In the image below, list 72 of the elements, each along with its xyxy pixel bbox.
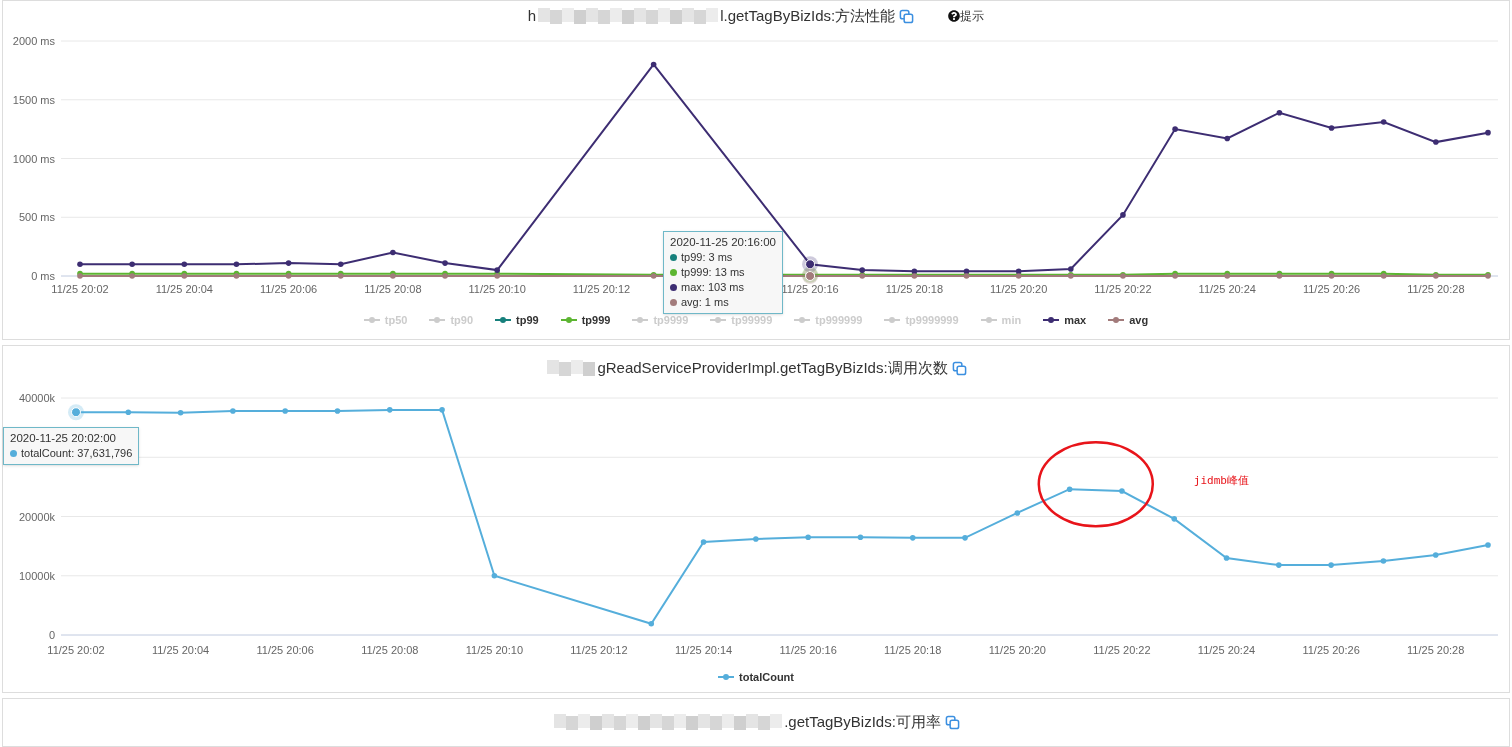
legend-marker-icon (560, 316, 577, 324)
chart-title: l.getTagByBizIds:方法性能 (720, 5, 896, 26)
axis-label: 1500 ms (12, 93, 55, 106)
legend-marker-icon (1043, 316, 1060, 324)
copy-icon[interactable] (899, 8, 915, 24)
axis-label: 0 (48, 629, 55, 641)
axis-label: 11/25 20:18 (884, 644, 942, 656)
axis-label: 11/25 20:28 (1407, 644, 1465, 656)
legend-item[interactable]: max (1043, 311, 1087, 329)
axis-label: 11/25 20:10 (465, 644, 523, 656)
chart-title: gReadServiceProviderImpl.getTagByBizIds:调用次数 (597, 357, 948, 378)
axis-label: 20000k (18, 510, 55, 523)
tooltip-title: 2020-11-25 20:16:00 (670, 235, 776, 250)
axis-label: 11/25 20:24 (1197, 644, 1256, 656)
copy-icon[interactable] (951, 360, 967, 376)
legend-marker-icon (495, 316, 512, 324)
axis-label: 11/25 20:12 (570, 644, 628, 656)
axis-label: 11/25 20:20 (988, 644, 1046, 656)
axis-label: 11/25 20:14 (674, 644, 733, 656)
axis-label: 11/25 20:06 (256, 644, 314, 656)
help-icon[interactable] (948, 10, 961, 22)
legend-marker-icon (794, 316, 811, 324)
axis-label: 11/25 20:20 (990, 283, 1048, 295)
legend-marker-icon (884, 316, 901, 324)
axis-label: 10000k (18, 569, 55, 582)
axis-label: 11/25 20:08 (364, 283, 422, 295)
legend-marker-icon (718, 673, 734, 681)
axis-label: 11/25 20:04 (151, 644, 210, 656)
tooltip-value: totalCount: 37,631,796 (21, 446, 133, 461)
annotation-text: jidmb峰值 (1193, 474, 1249, 488)
legend-item[interactable]: tp99 (495, 311, 539, 329)
legend-marker-icon (363, 316, 380, 324)
legend-marker-icon (980, 316, 997, 324)
axis-label: 11/25 20:02 (47, 644, 105, 656)
legend-marker-icon (429, 316, 446, 324)
axis-label: 11/25 20:16 (781, 283, 839, 295)
hint-link[interactable]: 提示 (960, 7, 985, 25)
axis-label: 11/25 20:22 (1094, 283, 1152, 295)
hover-markers (68, 404, 84, 421)
axis-label: 40000k (18, 392, 55, 404)
legend-marker-icon (710, 316, 727, 324)
axis-label: 11/25 20:24 (1198, 283, 1256, 295)
axis-label: 11/25 20:04 (155, 283, 213, 295)
tooltip-value: avg: 1 ms (681, 295, 729, 310)
axis-label: 2000 ms (12, 35, 55, 47)
axis-label: 11/25 20:16 (779, 644, 837, 656)
chart-title-prefix: h (527, 5, 537, 26)
axis-label: 1000 ms (12, 152, 55, 165)
legend-item[interactable]: tp999 (560, 311, 611, 329)
axis-label: 11/25 20:12 (572, 283, 631, 295)
axis-label: 11/25 20:08 (361, 644, 419, 656)
chart-title: .getTagByBizIds:可用率 (784, 712, 941, 732)
legend-item[interactable]: avg (1108, 311, 1149, 329)
tooltip-value: tp999: 13 ms (681, 265, 745, 280)
axis-label: 11/25 20:22 (1093, 644, 1151, 656)
axis-label: 500 ms (18, 211, 55, 224)
axis-label: 11/25 20:28 (1407, 283, 1465, 295)
legend-marker-icon (1108, 316, 1125, 324)
legend-item[interactable]: totalCount (718, 668, 794, 686)
tooltip-title: 2020-11-25 20:02:00 (10, 431, 117, 446)
blurred-text (547, 359, 596, 377)
axis-label: 11/25 20:26 (1302, 283, 1361, 295)
axis-label: 11/25 20:02 (51, 283, 109, 295)
axis-label: 11/25 20:26 (1302, 644, 1360, 656)
tooltip-value: max: 103 ms (681, 280, 744, 295)
axis-label: 11/25 20:18 (885, 283, 943, 295)
axis-label: 11/25 20:06 (259, 283, 318, 295)
tooltip-value: tp99: 3 ms (681, 250, 733, 265)
copy-icon[interactable] (944, 714, 960, 730)
axis-label: 11/25 20:10 (468, 283, 526, 295)
legend-marker-icon (632, 316, 649, 324)
axis-label: 0 ms (31, 270, 55, 282)
